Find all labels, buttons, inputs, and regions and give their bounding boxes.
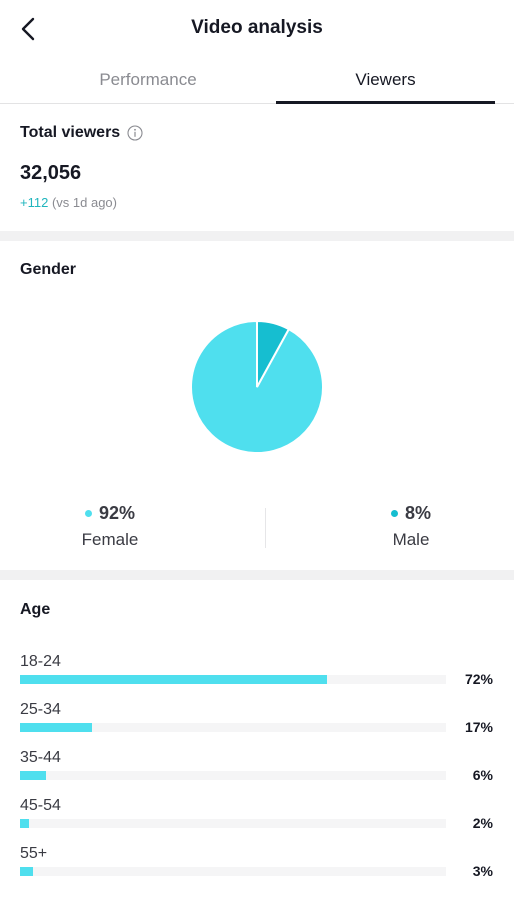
male-dot xyxy=(390,510,398,517)
age-label: 55+ xyxy=(20,845,48,862)
active-tab-indicator xyxy=(276,101,495,104)
female-percent: 92% xyxy=(98,503,136,523)
age-label: 25-34 xyxy=(20,701,61,718)
section-divider xyxy=(0,231,514,241)
age-title: Age xyxy=(20,601,51,618)
age-bar-track xyxy=(20,723,446,732)
female-label: Female xyxy=(81,530,139,549)
age-percent: 6% xyxy=(472,767,493,783)
age-row: 35-44 6% xyxy=(20,749,496,789)
age-percent: 17% xyxy=(464,719,493,735)
male-percent: 8% xyxy=(404,503,431,523)
gender-pie-chart xyxy=(190,320,324,454)
age-label: 45-54 xyxy=(20,797,61,814)
age-bar-track xyxy=(20,771,446,780)
tab-performance[interactable]: Performance xyxy=(20,70,276,90)
age-percent: 72% xyxy=(464,671,493,687)
legend-female: 92% Female xyxy=(40,503,180,550)
header: Video analysis xyxy=(0,0,514,58)
male-label: Male xyxy=(392,530,430,549)
delta-value: +112 xyxy=(20,195,49,210)
page-title: Video analysis xyxy=(191,17,323,38)
age-bar-track xyxy=(20,819,446,828)
age-label: 18-24 xyxy=(20,653,61,670)
age-row: 55+ 3% xyxy=(20,845,496,885)
age-bar-fill xyxy=(20,723,93,732)
total-viewers-label: Total viewers xyxy=(20,124,121,141)
total-viewers-value: 32,056 xyxy=(20,162,82,184)
tab-viewers[interactable]: Viewers xyxy=(276,70,495,90)
age-row: 45-54 2% xyxy=(20,797,496,837)
legend-divider xyxy=(265,508,266,548)
gender-title: Gender xyxy=(20,261,77,278)
age-bar-fill xyxy=(20,819,29,828)
tab-bar: Performance Viewers xyxy=(0,58,514,104)
age-row: 18-24 72% xyxy=(20,653,496,693)
age-percent: 2% xyxy=(472,815,493,831)
age-bar-fill xyxy=(20,771,46,780)
age-bar-fill xyxy=(20,675,327,684)
section-divider xyxy=(0,570,514,580)
age-percent: 3% xyxy=(472,863,493,879)
total-viewers-delta: +112 (vs 1d ago) xyxy=(20,195,117,210)
delta-note: (vs 1d ago) xyxy=(51,195,117,210)
age-bar-track xyxy=(20,675,446,684)
age-row: 25-34 17% xyxy=(20,701,496,741)
info-icon[interactable] xyxy=(127,125,143,141)
total-viewers-heading: Total viewers xyxy=(20,124,143,142)
legend-male: 8% Male xyxy=(341,503,481,550)
age-bar-fill xyxy=(20,867,33,876)
age-bar-track xyxy=(20,867,446,876)
age-label: 35-44 xyxy=(20,749,61,766)
female-dot xyxy=(84,510,92,517)
